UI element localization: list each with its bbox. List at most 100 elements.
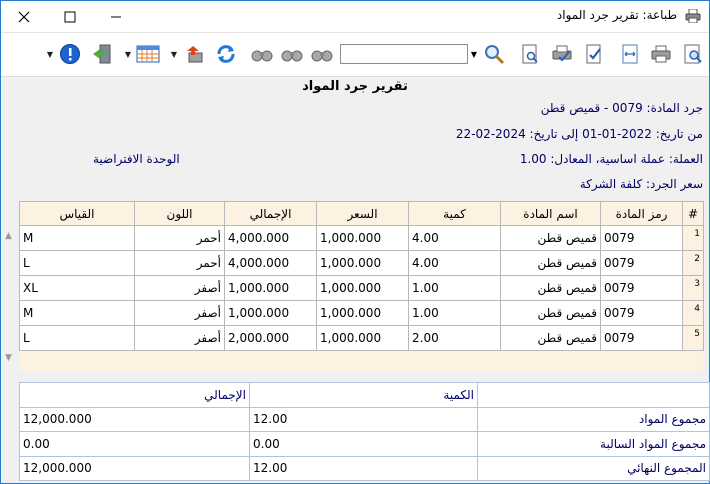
table-row[interactable]: 5 0079 قميص قطن 2.00 1,000.000 2,000.000…	[19, 325, 704, 351]
column-header-quantity[interactable]: كمية	[408, 201, 501, 226]
totals-row-label: مجموع المواد	[477, 406, 710, 432]
binoculars-prev-icon	[251, 50, 273, 62]
cell-color[interactable]: أصفر	[134, 300, 225, 326]
search-dropdown-arrow[interactable]: ▼	[468, 44, 480, 64]
column-header-index[interactable]: #	[682, 201, 704, 226]
maximize-icon	[64, 11, 76, 22]
cell-price[interactable]: 1,000.000	[316, 325, 409, 351]
print-button[interactable]	[649, 42, 673, 66]
cell-total[interactable]: 4,000.000	[224, 225, 317, 251]
scroll-down-arrow[interactable]: ▼	[5, 353, 12, 363]
minimize-button[interactable]	[93, 1, 139, 32]
page-width-button[interactable]	[618, 42, 642, 66]
cell-name[interactable]: قميص قطن	[500, 250, 601, 276]
grid-dropdown-arrow[interactable]: ▼	[124, 48, 132, 60]
item-line: جرد المادة: 0079 - قميص قطن	[540, 101, 703, 115]
cell-size[interactable]: L	[19, 250, 135, 276]
cell-name[interactable]: قميص قطن	[500, 225, 601, 251]
export-icon	[187, 46, 203, 63]
cell-code[interactable]: 0079	[600, 300, 683, 326]
cell-total[interactable]: 4,000.000	[224, 250, 317, 276]
table-row[interactable]: 1 0079 قميص قطن 4.00 1,000.000 4,000.000…	[19, 225, 704, 251]
cell-name[interactable]: قميص قطن	[500, 275, 601, 301]
grid-view-button[interactable]	[136, 42, 160, 66]
cell-size[interactable]: M	[19, 300, 135, 326]
toolbar: ▼ ▼ ▼ ▼	[1, 32, 709, 77]
totals-quantity-header: الكمية	[249, 382, 478, 408]
cell-color[interactable]: أحمر	[134, 225, 225, 251]
cell-color[interactable]: أحمر	[134, 250, 225, 276]
document-search-button[interactable]	[518, 42, 542, 66]
totals-total-header: الإجمالي	[19, 382, 250, 408]
cell-size[interactable]: L	[19, 325, 135, 351]
cell-quantity[interactable]: 4.00	[408, 250, 501, 276]
doc-search-icon	[522, 44, 538, 64]
help-dropdown-arrow[interactable]: ▼	[46, 48, 54, 60]
export-dropdown-arrow[interactable]: ▼	[170, 48, 178, 60]
page-width-icon	[622, 44, 638, 64]
help-button[interactable]	[58, 42, 82, 66]
cell-name[interactable]: قميص قطن	[500, 325, 601, 351]
cell-total[interactable]: 1,000.000	[224, 275, 317, 301]
cell-quantity[interactable]: 2.00	[408, 325, 501, 351]
window-title: طباعة: تقرير جرد المواد	[556, 8, 677, 22]
column-header-price[interactable]: السعر	[316, 201, 409, 226]
table-row[interactable]: 4 0079 قميص قطن 1.00 1,000.000 1,000.000…	[19, 300, 704, 326]
scroll-up-arrow[interactable]: ▲	[5, 231, 12, 241]
cell-code[interactable]: 0079	[600, 250, 683, 276]
cell-total[interactable]: 1,000.000	[224, 300, 317, 326]
binoculars-icon	[281, 50, 303, 62]
totals-row-label: مجموع المواد السالبة	[477, 431, 710, 457]
cell-color[interactable]: أصفر	[134, 325, 225, 351]
default-unit-label: الوحدة الافتراضية	[93, 152, 180, 166]
maximize-button[interactable]	[47, 1, 93, 32]
help-icon	[60, 44, 80, 64]
column-header-total[interactable]: الإجمالي	[224, 201, 317, 226]
report-title: تقرير جرد المواد	[302, 79, 408, 94]
cell-code[interactable]: 0079	[600, 225, 683, 251]
cell-price[interactable]: 1,000.000	[316, 225, 409, 251]
column-header-size[interactable]: القياس	[19, 201, 135, 226]
cell-quantity[interactable]: 1.00	[408, 275, 501, 301]
cell-price[interactable]: 1,000.000	[316, 300, 409, 326]
binoculars-next-icon	[311, 50, 333, 62]
refresh-button[interactable]	[214, 42, 238, 66]
close-button[interactable]	[1, 1, 47, 32]
cell-quantity[interactable]: 1.00	[408, 300, 501, 326]
table-row[interactable]: 3 0079 قميص قطن 1.00 1,000.000 1,000.000…	[19, 275, 704, 301]
currency-line: العملة: عملة اساسية، المعادل: 1.00	[519, 152, 703, 166]
totals-row: المجموع النهائي 12.00 12,000.000	[19, 455, 710, 481]
column-header-code[interactable]: رمز المادة	[600, 201, 683, 226]
cell-total[interactable]: 2,000.000	[224, 325, 317, 351]
table-row[interactable]: 2 0079 قميص قطن 4.00 1,000.000 4,000.000…	[19, 250, 704, 276]
zoom-button[interactable]	[482, 42, 506, 66]
print-preview-button[interactable]	[681, 42, 705, 66]
cell-price[interactable]: 1,000.000	[316, 250, 409, 276]
report-area: تقرير جرد المواد جرد المادة: 0079 - قميص…	[1, 77, 710, 483]
search-input[interactable]	[340, 44, 468, 64]
print-check-button[interactable]	[550, 42, 574, 66]
column-header-color[interactable]: اللون	[134, 201, 225, 226]
column-header-name[interactable]: اسم المادة	[500, 201, 601, 226]
cell-quantity[interactable]: 4.00	[408, 225, 501, 251]
check-document-button[interactable]	[582, 42, 606, 66]
cell-name[interactable]: قميص قطن	[500, 300, 601, 326]
cell-size[interactable]: XL	[19, 275, 135, 301]
totals-total: 12,000.000	[19, 455, 250, 481]
find-next-button[interactable]	[310, 42, 334, 66]
find-button[interactable]	[280, 42, 304, 66]
close-icon	[18, 11, 30, 22]
cell-size[interactable]: M	[19, 225, 135, 251]
cell-price[interactable]: 1,000.000	[316, 275, 409, 301]
refresh-icon	[217, 45, 235, 63]
exit-button[interactable]	[90, 42, 114, 66]
cell-code[interactable]: 0079	[600, 325, 683, 351]
inventory-price-line: سعر الجرد: كلفة الشركة	[579, 177, 703, 191]
print-check-icon	[552, 45, 572, 62]
cell-code[interactable]: 0079	[600, 275, 683, 301]
totals-table: الكمية الإجمالي مجموع المواد 12.00 12,00…	[19, 382, 710, 481]
minimize-icon	[111, 16, 121, 17]
cell-color[interactable]: أصفر	[134, 275, 225, 301]
find-previous-button[interactable]	[250, 42, 274, 66]
export-button[interactable]	[183, 42, 207, 66]
